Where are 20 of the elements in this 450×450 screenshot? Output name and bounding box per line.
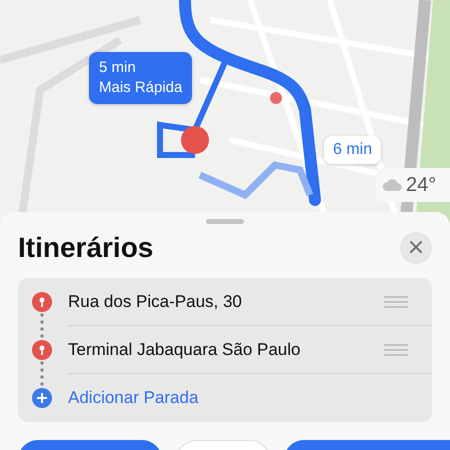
route-label: Mais Rápida xyxy=(99,78,182,98)
cloud-icon xyxy=(382,179,402,191)
add-stop-link[interactable]: Adicionar Parada xyxy=(68,388,198,408)
sheet-title: Itinerários xyxy=(18,232,154,264)
stop-name[interactable]: Terminal Jabaquara São Paulo xyxy=(68,340,300,360)
route-time: 6 min xyxy=(333,140,372,160)
route-callout[interactable]: 6 min xyxy=(324,136,382,164)
pin-icon xyxy=(32,292,52,312)
connector-dots xyxy=(40,312,44,338)
plus-icon[interactable] xyxy=(32,388,52,408)
connector-dots xyxy=(40,360,44,386)
temperature: 24° xyxy=(406,174,436,196)
pin-icon xyxy=(32,340,52,360)
drag-handle-icon[interactable] xyxy=(384,296,408,308)
route-time: 5 min xyxy=(99,58,137,78)
close-button[interactable]: × xyxy=(400,232,432,264)
route-callout[interactable]: 5 min Mais Rápida xyxy=(89,52,192,104)
grabber-handle[interactable] xyxy=(206,219,244,224)
drag-handle-icon[interactable] xyxy=(384,344,408,356)
stop-name[interactable]: Rua dos Pica-Paus, 30 xyxy=(68,292,242,312)
